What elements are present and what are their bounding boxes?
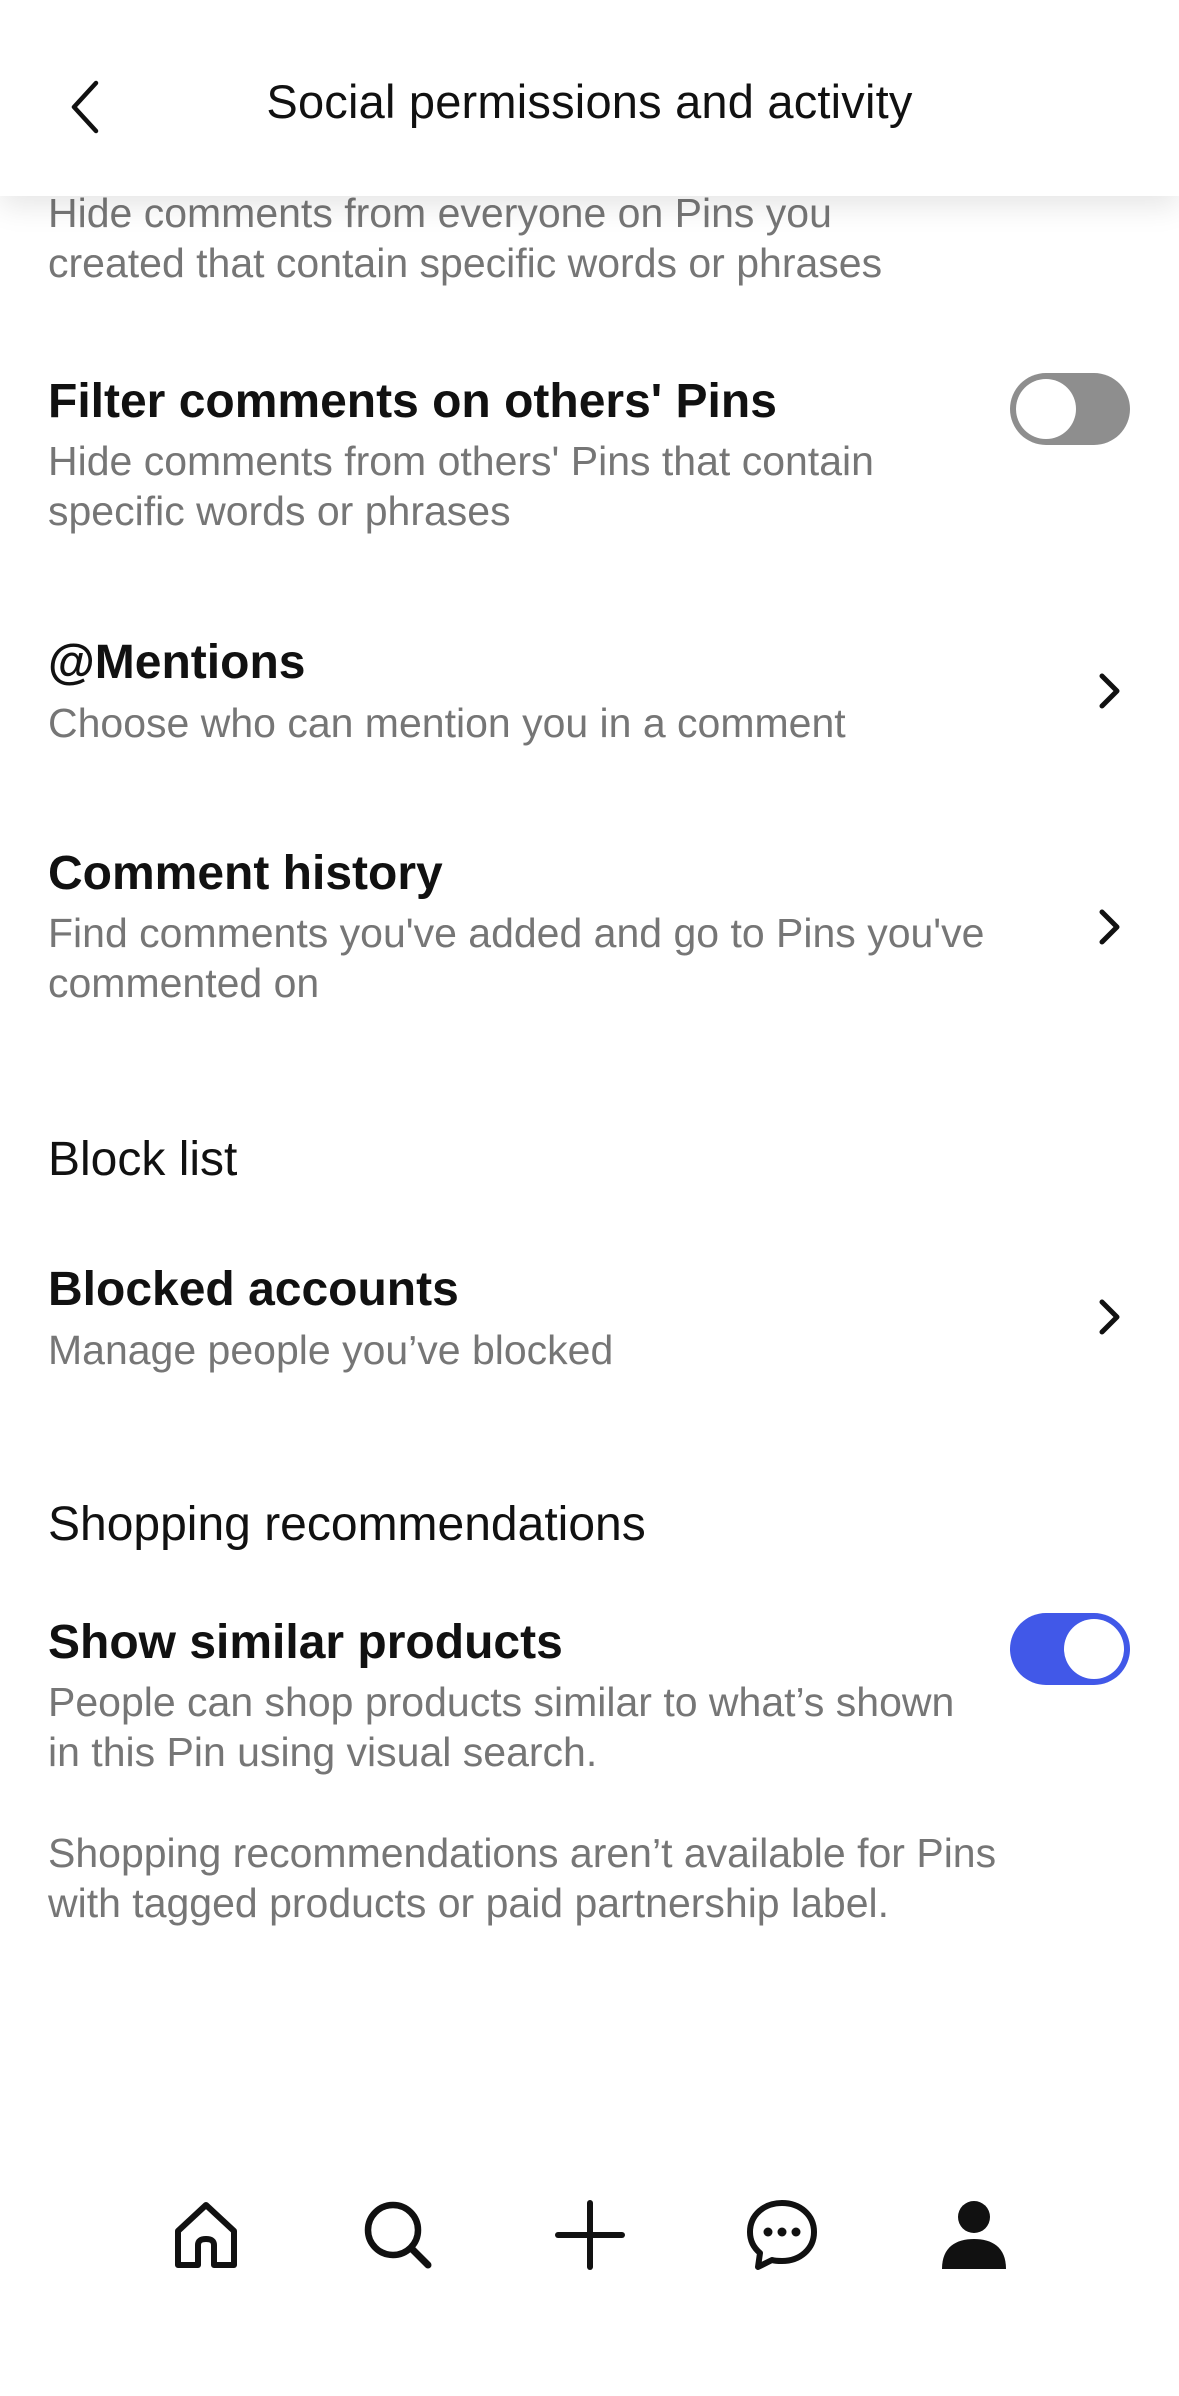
search-icon (364, 2201, 432, 2269)
shopping-note: Shopping recommendations aren’t availabl… (48, 1830, 997, 1926)
similar-products-title: Show similar products (48, 1616, 563, 1669)
blocked-accounts-title: Blocked accounts (48, 1263, 459, 1316)
similar-products-toggle[interactable] (1010, 1613, 1130, 1685)
blocked-accounts-description: Manage people you’ve blocked (48, 1327, 614, 1373)
chevron-right-icon (1099, 673, 1120, 709)
home-icon (175, 2202, 237, 2268)
filter-others-comments-description: Hide comments from others' Pins that con… (48, 438, 874, 534)
bottom-tab-bar (0, 2160, 1179, 2300)
shopping-section-title: Shopping recommendations (48, 1498, 646, 1551)
comment-history-title: Comment history (48, 847, 443, 900)
chevron-right-icon (1099, 1299, 1120, 1335)
tab-profile[interactable] (929, 2190, 1019, 2280)
messages-icon (747, 2200, 817, 2270)
filter-others-comments-toggle[interactable] (1010, 373, 1130, 445)
comment-history-description: Find comments you've added and go to Pin… (48, 910, 985, 1006)
filter-own-comments-description: Hide comments from everyone on Pins you … (48, 190, 883, 286)
blocked-accounts-chevron[interactable] (1090, 1292, 1130, 1342)
settings-screen: Social permissions and activity Hide com… (0, 0, 1179, 2396)
filter-others-comments-title: Filter comments on others' Pins (48, 375, 777, 428)
comment-history-chevron[interactable] (1090, 902, 1130, 952)
mentions-chevron[interactable] (1090, 666, 1130, 716)
similar-products-description: People can shop products similar to what… (48, 1679, 955, 1775)
mentions-title: @Mentions (48, 636, 306, 689)
toggle-knob (1064, 1619, 1124, 1679)
header-bar: Social permissions and activity (0, 0, 1179, 196)
tab-home[interactable] (161, 2190, 251, 2280)
toggle-knob (1016, 379, 1076, 439)
plus-icon (555, 2200, 625, 2270)
tab-messages[interactable] (737, 2190, 827, 2280)
back-button[interactable] (46, 62, 126, 152)
mentions-description: Choose who can mention you in a comment (48, 700, 846, 746)
profile-icon (942, 2201, 1006, 2269)
chevron-right-icon (1099, 909, 1120, 945)
block-list-section-title: Block list (48, 1133, 238, 1186)
tab-create[interactable] (545, 2190, 635, 2280)
page-title: Social permissions and activity (266, 75, 913, 128)
tab-search[interactable] (353, 2190, 443, 2280)
chevron-left-icon (71, 80, 99, 134)
